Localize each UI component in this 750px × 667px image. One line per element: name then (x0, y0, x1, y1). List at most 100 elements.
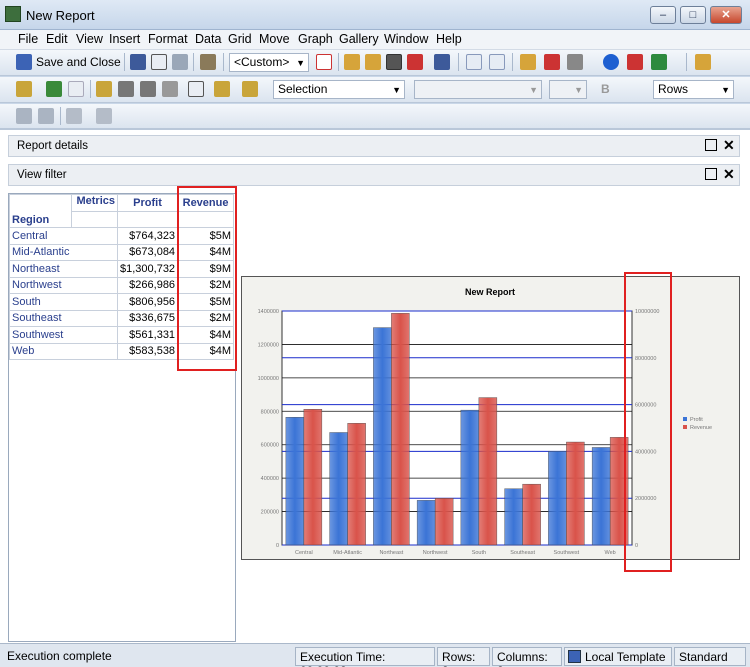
report-details-label: Report details (17, 140, 88, 152)
calculator-icon[interactable] (46, 81, 62, 97)
profit-header[interactable]: Profit (116, 194, 179, 212)
bold-button[interactable]: B (601, 82, 610, 96)
rows-count: Rows: 8 (437, 647, 490, 667)
profit-cell[interactable]: $1,300,732 (116, 260, 179, 278)
profit-cell[interactable]: $583,538 (116, 342, 179, 360)
menu-gallery[interactable]: Gallery (339, 32, 379, 46)
notes-icon[interactable] (188, 81, 204, 97)
view-filter-bar[interactable]: View filter ✕ (8, 164, 740, 186)
region-cell[interactable]: Central (9, 227, 118, 245)
profit-cell[interactable]: $336,675 (116, 309, 179, 327)
menu-insert[interactable]: Insert (109, 32, 140, 46)
graph-view-icon[interactable] (434, 54, 450, 70)
menu-view[interactable]: View (76, 32, 103, 46)
redo-icon[interactable] (96, 108, 112, 124)
excel-icon[interactable] (651, 54, 667, 70)
book-icon[interactable] (130, 54, 146, 70)
menu-help[interactable]: Help (436, 32, 462, 46)
close-icon[interactable]: ✕ (723, 137, 735, 154)
menu-format[interactable]: Format (148, 32, 188, 46)
bar-revenue (347, 423, 366, 546)
subtotals-icon[interactable] (544, 54, 560, 70)
y-left-tick-label: 200000 (261, 510, 279, 516)
view-filter-label: View filter (17, 169, 67, 181)
sort-descending-icon[interactable] (489, 54, 505, 70)
metrics-header[interactable]: Metrics (71, 194, 118, 212)
right-axis-highlight-box (624, 272, 672, 572)
restore-icon[interactable] (705, 168, 717, 180)
print-icon[interactable] (172, 54, 188, 70)
close-icon[interactable]: ✕ (723, 166, 735, 183)
rows-combo[interactable]: Rows ▼ (653, 80, 734, 99)
template-combo[interactable]: <Custom> ▼ (229, 53, 309, 72)
region-cell[interactable]: Southwest (9, 326, 118, 344)
page-by-icon[interactable] (140, 81, 156, 97)
bar-profit (548, 450, 567, 546)
y-left-tick-label: 1000000 (258, 376, 279, 382)
profit-cell[interactable]: $673,084 (116, 243, 179, 261)
y-left-tick-label: 800000 (261, 409, 279, 415)
print-preview-icon[interactable] (151, 54, 167, 70)
menu-file[interactable]: File (18, 32, 38, 46)
format-painter-icon[interactable] (695, 54, 711, 70)
x-tick-label: Web (605, 550, 616, 556)
bar-profit (285, 417, 305, 546)
bar-revenue (478, 397, 498, 546)
export-pdf-icon[interactable] (627, 54, 643, 70)
region-cell[interactable]: Northwest (9, 276, 118, 294)
save-icon (16, 54, 32, 70)
x-tick-label: Northeast (379, 550, 403, 556)
bar-revenue (434, 497, 454, 546)
undo-icon[interactable] (66, 108, 82, 124)
view-filter-icon[interactable] (214, 81, 230, 97)
menu-grid[interactable]: Grid (228, 32, 252, 46)
filter-icon[interactable] (96, 81, 112, 97)
region-header[interactable]: Region (12, 196, 69, 226)
selection-combo[interactable]: Selection ▼ (273, 80, 405, 99)
restore-icon[interactable] (705, 139, 717, 151)
collapse-icon[interactable] (567, 54, 583, 70)
function-icon[interactable] (68, 81, 84, 97)
profit-cell[interactable]: $266,986 (116, 276, 179, 294)
menu-edit[interactable]: Edit (46, 32, 68, 46)
menu-graph[interactable]: Graph (298, 32, 333, 46)
drill-icon[interactable] (520, 54, 536, 70)
paste-icon[interactable] (38, 108, 54, 124)
maximize-button[interactable]: □ (680, 6, 706, 24)
report-icon[interactable] (316, 54, 332, 70)
region-cell[interactable]: Web (9, 342, 118, 360)
edit-toolbar (0, 104, 750, 129)
object-browser-icon[interactable] (118, 81, 134, 97)
sort-ascending-icon[interactable] (466, 54, 482, 70)
region-cell[interactable]: Northeast (9, 260, 118, 278)
report-objects-icon[interactable] (242, 81, 258, 97)
revenue-highlight-box (177, 186, 237, 371)
profit-cell[interactable]: $764,323 (116, 227, 179, 245)
report-details-bar[interactable]: Report details ✕ (8, 135, 740, 157)
save-close-button[interactable]: Save and Close (36, 55, 121, 69)
region-cell[interactable]: South (9, 293, 118, 311)
menu-data[interactable]: Data (195, 32, 221, 46)
wand-icon[interactable] (16, 81, 32, 97)
font-size-combo[interactable]: ▼ (549, 80, 587, 99)
profit-cell[interactable]: $806,956 (116, 293, 179, 311)
pivot-icon[interactable] (344, 54, 360, 70)
add-icon[interactable] (603, 54, 619, 70)
font-combo[interactable]: ▼ (414, 80, 542, 99)
grid-view-icon[interactable] (386, 54, 402, 70)
minimize-button[interactable]: – (650, 6, 676, 24)
profit-cell[interactable]: $561,331 (116, 326, 179, 344)
bar-profit (504, 488, 523, 546)
bar-profit (591, 447, 611, 546)
swap-icon[interactable] (365, 54, 381, 70)
export-icon[interactable] (200, 54, 216, 70)
template-icon (568, 650, 581, 663)
menu-move[interactable]: Move (259, 32, 290, 46)
region-cell[interactable]: Southeast (9, 309, 118, 327)
stop-icon[interactable] (162, 81, 178, 97)
copy-icon[interactable] (16, 108, 32, 124)
menu-window[interactable]: Window (384, 32, 428, 46)
close-button[interactable]: ✕ (710, 6, 742, 24)
grid-graph-icon[interactable] (407, 54, 423, 70)
region-cell[interactable]: Mid-Atlantic (9, 243, 118, 261)
